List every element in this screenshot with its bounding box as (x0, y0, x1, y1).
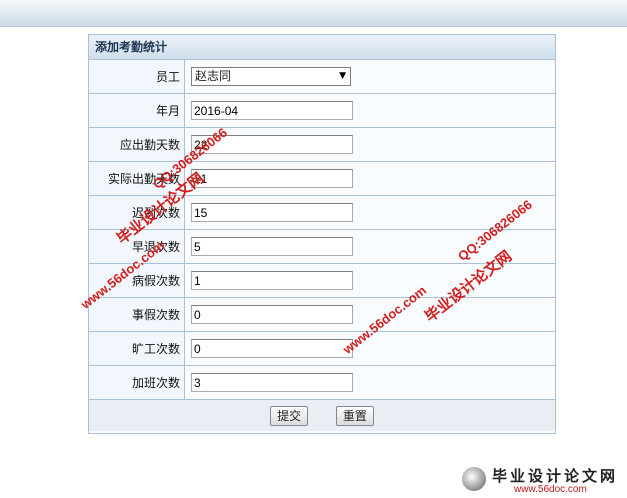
overtime-count-input[interactable]: 3 (191, 373, 353, 392)
personal-leave-count-label: 事假次数 (89, 297, 185, 332)
logo-url: www.56doc.com (514, 484, 587, 495)
form-row-employee: 员工 赵志同 ▼ (89, 60, 555, 94)
reset-button[interactable]: 重置 (335, 406, 374, 426)
personal-leave-count-input[interactable]: 0 (191, 305, 353, 324)
form-row-required-days: 应出勤天数 22 (89, 127, 555, 162)
required-days-label: 应出勤天数 (89, 127, 185, 162)
sick-leave-count-input[interactable]: 1 (191, 271, 353, 290)
absence-count-input[interactable]: 0 (191, 339, 353, 358)
absence-count-label: 旷工次数 (89, 331, 185, 366)
employee-label: 员工 (89, 60, 185, 94)
late-count-input[interactable]: 15 (191, 203, 353, 222)
employee-select[interactable]: 赵志同 ▼ (191, 67, 351, 86)
actual-days-input[interactable]: 21 (191, 169, 353, 188)
form-row-month: 年月 2016-04 (89, 93, 555, 128)
site-logo: 毕业设计论文网 www.56doc.com (462, 465, 622, 495)
form-row-overtime-count: 加班次数 3 (89, 365, 555, 400)
submit-button[interactable]: 提交 (270, 406, 309, 426)
month-label: 年月 (89, 93, 185, 128)
form-actions: 提交 重置 (89, 400, 555, 431)
early-leave-count-input[interactable]: 5 (191, 237, 353, 256)
top-banner (0, 0, 627, 27)
logo-emblem-icon (462, 467, 486, 491)
overtime-count-label: 加班次数 (89, 365, 185, 400)
month-input[interactable]: 2016-04 (191, 101, 353, 120)
panel-title: 添加考勤统计 (89, 35, 555, 60)
form-row-absence-count: 旷工次数 0 (89, 331, 555, 366)
dropdown-arrow-icon: ▼ (339, 71, 346, 81)
form-row-personal-leave-count: 事假次数 0 (89, 297, 555, 332)
logo-title: 毕业设计论文网 (492, 468, 619, 485)
employee-select-value: 赵志同 (195, 69, 232, 83)
